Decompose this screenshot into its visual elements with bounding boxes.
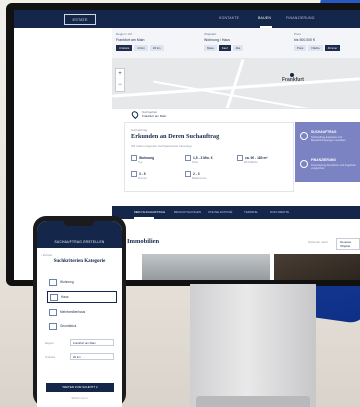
- phone-screen: SUCHAUFTRAG ERSTELLEN ‹ Zurück Suchkrite…: [37, 221, 122, 407]
- zoom-control: + −: [115, 68, 125, 92]
- region-select[interactable]: Frankfurt am Main: [70, 339, 114, 346]
- nav-item-kontakte[interactable]: KONTAKTE: [219, 16, 239, 20]
- sidebox-text: Finanzierung berechnen und Angebote verg…: [311, 164, 356, 170]
- option-grundstueck[interactable]: Grundstück: [47, 321, 115, 331]
- property-photo[interactable]: [274, 254, 360, 280]
- filter-value: Frankfurt am Main: [116, 38, 145, 42]
- filter-chip[interactable]: Preis: [294, 45, 307, 51]
- location-row: Suchgebiet Frankfurt am Main: [112, 108, 360, 121]
- filter-label: Preis: [294, 32, 301, 36]
- tab-termine[interactable]: TERMINE: [244, 210, 258, 214]
- field-label: Region: [45, 341, 54, 345]
- phone-header-title: SUCHAUFTRAG ERSTELLEN: [54, 240, 105, 244]
- search-icon: [300, 132, 308, 140]
- home-icon: [131, 155, 137, 161]
- stat-area: ca. 90 - 180 m² Wohnfläche: [237, 155, 268, 164]
- tab-bar: MEIN SUCHAUFTRAG BESICHTIGUNGEN ONLINE E…: [112, 206, 360, 219]
- filter-chip[interactable]: Kauf: [218, 45, 231, 51]
- filter-label: Objektart: [204, 32, 217, 36]
- filter-chip[interactable]: Fläche: [308, 45, 323, 51]
- option-mehrfamilienhaus[interactable]: Mehrfamilienhaus: [47, 307, 115, 317]
- phone-header: SUCHAUFTRAG ERSTELLEN: [37, 221, 122, 248]
- monitor-stand: [190, 284, 316, 407]
- logo[interactable]: ESTATE: [64, 14, 96, 25]
- sort-select[interactable]: Neueste Objekte: [336, 238, 360, 250]
- sidebox-title[interactable]: FINANZIERUNG: [311, 158, 336, 162]
- filter-bar: Region / Ort Frankfurt am Main Umkreis 10…: [112, 28, 360, 59]
- bath-icon: [185, 171, 191, 177]
- nav-item-bauen[interactable]: BAUEN: [258, 16, 271, 20]
- nav-item-finanzierung[interactable]: FINANZIERUNG: [286, 16, 315, 20]
- filter-objektart[interactable]: Objektart Wohnung / Haus Miete Kauf Alle: [204, 32, 245, 51]
- stat-bathrooms: 2 - 3 Badezimmer: [185, 171, 207, 180]
- option-haus[interactable]: Haus: [47, 291, 117, 303]
- location-pin-icon: [130, 109, 140, 120]
- filter-chip[interactable]: 20 km: [149, 45, 164, 51]
- monitor-stand-base: [196, 396, 310, 407]
- tab-suchauftrag[interactable]: MEIN SUCHAUFTRAG: [134, 210, 165, 214]
- area-icon: [237, 155, 243, 161]
- land-icon: [49, 322, 57, 330]
- field-label: Umkreis: [45, 355, 56, 359]
- zoom-out-button[interactable]: −: [116, 80, 124, 91]
- finance-icon: [300, 160, 308, 168]
- filter-label: Region / Ort: [116, 32, 133, 36]
- tab-besichtigungen[interactable]: BESICHTIGUNGEN: [174, 210, 201, 214]
- smartphone: SUCHAUFTRAG ERSTELLEN ‹ Zurück Suchkrite…: [33, 216, 126, 407]
- phone-title: Suchkriterien Kategorie: [53, 259, 106, 264]
- filter-chip[interactable]: Umkreis: [116, 45, 133, 51]
- back-link[interactable]: ‹ Zurück: [41, 253, 52, 257]
- sidebox-title[interactable]: SUCHAUFTRAG: [311, 130, 336, 134]
- tab-expose[interactable]: ONLINE EXPOSÉ: [208, 210, 232, 214]
- price-icon: [185, 155, 191, 161]
- step-indicator: Schritt 1 von 4: [71, 397, 88, 400]
- option-wohnung[interactable]: Wohnung: [47, 277, 115, 287]
- filter-chip[interactable]: 10 km: [134, 45, 148, 51]
- sidebox-text: Suchauftrag anpassen und Benachrichtigun…: [311, 136, 346, 142]
- radius-select[interactable]: 20 km: [70, 353, 114, 360]
- filter-value: bis 500.000 €: [294, 38, 316, 42]
- card-title: Erkunden an Deren Suchauftrag: [131, 133, 220, 140]
- card-subtitle: Wir haben folgende Suchparameter hinterl…: [131, 144, 192, 148]
- tab-dokumente[interactable]: DOKUMENTE: [270, 210, 289, 214]
- action-sidebar: SUCHAUFTRAG Suchauftrag anpassen und Ben…: [295, 122, 360, 182]
- phone-notch: [64, 221, 94, 226]
- top-navigation: ESTATE KONTAKTE BAUEN FINANZIERUNG: [14, 10, 360, 28]
- sort-label: Sortieren nach: [308, 240, 328, 244]
- stat-type: Wohnung Typ: [131, 155, 154, 164]
- next-step-button[interactable]: WEITER ZUM SCHRITT 2: [46, 383, 114, 392]
- results-title: Immobilien: [127, 238, 160, 245]
- map-city-label: Frankfurt: [282, 77, 304, 83]
- filter-value: Wohnung / Haus: [204, 38, 231, 42]
- card-eyebrow: Suchauftrag: [131, 128, 148, 132]
- stat-price: 1,5 - 3 Mio. € Preis: [185, 155, 213, 164]
- property-photo[interactable]: [142, 254, 270, 280]
- active-tab-indicator: [134, 217, 154, 219]
- building-icon: [49, 308, 57, 316]
- location-value: Frankfurt am Main: [142, 114, 167, 118]
- zoom-in-button[interactable]: +: [116, 69, 124, 80]
- filter-chip[interactable]: Zimmer: [324, 45, 341, 51]
- house-icon: [50, 293, 58, 301]
- stat-rooms: 3 - 5 Zimmer: [131, 171, 147, 180]
- filter-chip[interactable]: Alle: [232, 45, 244, 51]
- filter-preis[interactable]: Preis bis 500.000 € Preis Fläche Zimmer: [294, 32, 342, 51]
- apartment-icon: [49, 278, 57, 286]
- filter-chip[interactable]: Miete: [204, 45, 217, 51]
- search-profile-card: Suchauftrag Erkunden an Deren Suchauftra…: [124, 122, 294, 192]
- filter-region[interactable]: Region / Ort Frankfurt am Main Umkreis 10…: [116, 32, 166, 51]
- rooms-icon: [131, 171, 137, 177]
